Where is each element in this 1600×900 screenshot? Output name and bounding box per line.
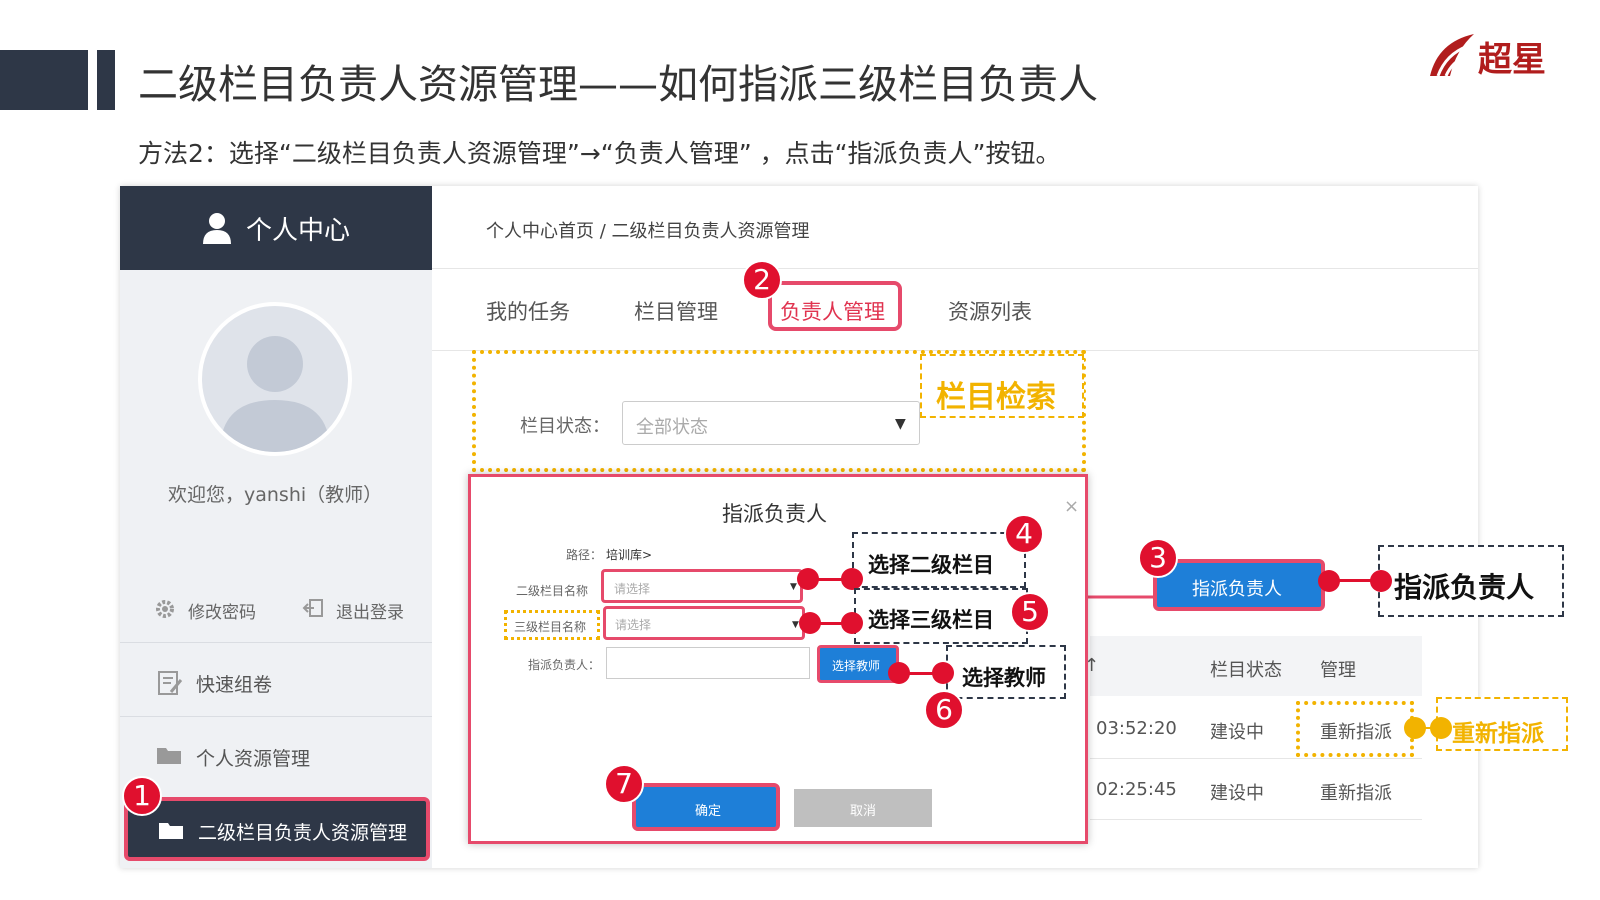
connector-dot (888, 662, 910, 684)
search-annotation: 栏目检索 (936, 380, 1056, 415)
table-header-manage: 管理 (1320, 660, 1356, 681)
divider (1090, 819, 1422, 820)
assign-annotation: 指派负责人 (1394, 571, 1535, 604)
table-header-status: 栏目状态 (1210, 660, 1282, 681)
logo-icon (1430, 34, 1474, 77)
connector-dot (1404, 717, 1426, 739)
callout-teacher: 选择教师 (962, 666, 1046, 690)
header-block (0, 50, 88, 110)
step-badge-3: 3 (1138, 538, 1178, 578)
caret-down-icon: ▼ (790, 582, 797, 592)
logout-link[interactable]: 退出登录 (336, 598, 404, 623)
step-badge-6: 6 (924, 690, 964, 730)
slide-title: 二级栏目负责人资源管理——如何指派三级栏目负责人 (138, 62, 1098, 108)
path-value: 培训库> (606, 548, 653, 562)
header-bar (97, 50, 115, 110)
modal-title: 指派负责人 (722, 502, 827, 526)
divider (1090, 758, 1422, 759)
assign-owner-button-label: 指派负责人 (1192, 579, 1282, 600)
sidebar-item-label: 个人资源管理 (196, 748, 311, 770)
sidebar-item-label: 二级栏目负责人资源管理 (198, 822, 408, 844)
level2-label: 二级栏目名称 (516, 584, 589, 598)
change-password-link[interactable]: 修改密码 (188, 598, 256, 623)
path-label: 路径： (566, 548, 603, 562)
assignee-input[interactable] (606, 647, 810, 679)
status-select-value: 全部状态 (636, 417, 708, 438)
callout-level3: 选择三级栏目 (868, 608, 994, 632)
connector-dot (1430, 717, 1452, 739)
table-cell-status: 建设中 (1210, 783, 1264, 804)
sidebar-item-label: 快速组卷 (196, 674, 273, 696)
confirm-button-label: 确定 (695, 804, 722, 819)
caret-down-icon: ▼ (895, 416, 906, 432)
reassign-annotation: 重新指派 (1452, 721, 1544, 747)
level2-placeholder: 请选择 (614, 582, 651, 596)
edit-icon (158, 671, 183, 695)
user-icon (203, 213, 231, 244)
welcome-text: 欢迎您，yanshi（教师） (168, 484, 383, 506)
connector-dot (797, 568, 819, 590)
cancel-button-label: 取消 (850, 804, 877, 819)
divider (432, 268, 1478, 269)
step-badge-5: 5 (1010, 592, 1050, 632)
slide-subtitle: 方法2：选择“二级栏目负责人资源管理”→“负责人管理” ，点击“指派负责人”按钮… (138, 139, 1061, 168)
sidebar-header-title: 个人中心 (246, 216, 351, 246)
close-icon[interactable]: × (1064, 496, 1079, 517)
table-cell-time: 02:25:45 (1096, 779, 1177, 800)
tab-owner-management-label: 负责人管理 (780, 300, 885, 324)
connector-dot (841, 568, 863, 590)
caret-down-icon: ▼ (792, 620, 799, 630)
table-cell-status: 建设中 (1210, 722, 1264, 743)
step-badge-4: 4 (1004, 514, 1044, 554)
level3-placeholder: 请选择 (615, 618, 652, 632)
tab-column-management[interactable]: 栏目管理 (634, 296, 718, 326)
tab-my-tasks[interactable]: 我的任务 (486, 296, 570, 326)
reassign-highlight (1296, 701, 1414, 757)
status-label: 栏目状态： (520, 416, 610, 437)
assignee-label: 指派负责人： (528, 658, 601, 672)
connector-dot (841, 612, 863, 634)
callout-level2: 选择二级栏目 (868, 553, 994, 577)
logo-text: 超星 (1478, 40, 1546, 80)
gear-icon (156, 600, 174, 618)
reassign-link[interactable]: 重新指派 (1320, 779, 1392, 805)
connector-dot (1370, 570, 1392, 592)
avatar (198, 302, 352, 456)
step-badge-2: 2 (742, 260, 782, 300)
select-teacher-button-label: 选择教师 (832, 659, 881, 673)
folder-icon (159, 823, 183, 839)
step-badge-7: 7 (604, 764, 644, 804)
step-badge-1: 1 (122, 776, 162, 816)
connector-dot (932, 662, 954, 684)
breadcrumb: 个人中心首页 / 二级栏目负责人资源管理 (486, 221, 810, 242)
tab-resource-list[interactable]: 资源列表 (948, 296, 1032, 326)
connector-dot (799, 612, 821, 634)
table-cell-time: 03:52:20 (1096, 718, 1177, 739)
level3-label: 三级栏目名称 (514, 620, 587, 634)
folder-icon (157, 748, 181, 764)
logout-icon (302, 599, 323, 617)
connector-dot (1318, 570, 1340, 592)
